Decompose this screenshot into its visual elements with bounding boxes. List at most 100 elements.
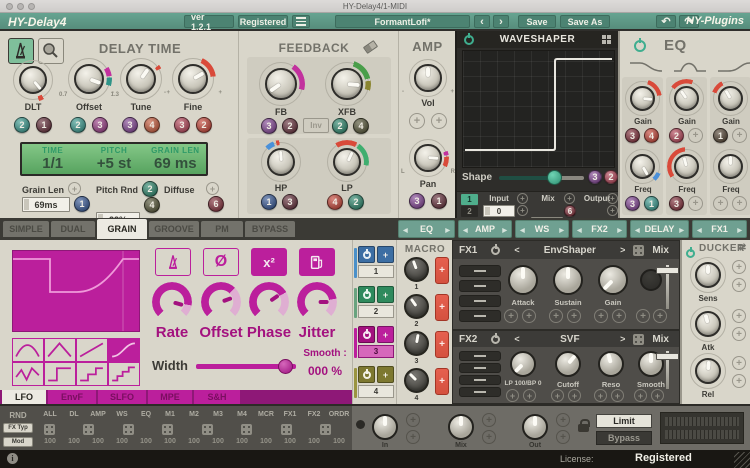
info-icon[interactable]: i (7, 453, 18, 464)
fx-chain-ws[interactable]: WS (515, 220, 569, 238)
slot1-assign-button[interactable]: + (377, 246, 394, 263)
menu-button[interactable] (292, 15, 310, 28)
chevron-left-icon[interactable] (520, 224, 525, 234)
slot4-number[interactable]: 4 (358, 385, 394, 398)
tab-envf[interactable]: EnvF (48, 390, 96, 404)
eq2-gain-knob[interactable] (669, 81, 704, 116)
rnd-value[interactable]: 100 (206, 438, 230, 445)
fx-chain-eq[interactable]: EQ (398, 220, 455, 238)
mod-badge[interactable]: 6 (208, 196, 224, 212)
tab-groove[interactable]: GROOVE (149, 221, 199, 237)
rnd-value[interactable]: 100 (302, 438, 326, 445)
fx-chain-delay[interactable]: DELAY (630, 220, 689, 238)
tab-lfo[interactable]: LFO (2, 390, 46, 404)
plus-icon[interactable] (523, 389, 536, 402)
width-slider-handle[interactable] (278, 359, 293, 374)
lfo-shape-square[interactable] (44, 362, 76, 386)
fx2-slot-button[interactable] (459, 363, 501, 373)
plus-icon[interactable] (556, 430, 570, 444)
rate-knob[interactable] (152, 282, 192, 322)
pan-knob[interactable]: L R (409, 139, 447, 177)
fx1-slot-button[interactable] (459, 310, 501, 322)
eq3-gain-knob[interactable] (713, 81, 748, 116)
plus-icon[interactable] (409, 113, 425, 129)
mod-badge[interactable]: 1 (431, 193, 447, 209)
rnd-value[interactable]: 100 (158, 438, 182, 445)
fx2-slot-button[interactable] (459, 351, 501, 361)
chevron-right-icon[interactable] (679, 224, 684, 234)
atk-knob[interactable] (690, 306, 726, 342)
chevron-left-icon[interactable] (463, 224, 468, 234)
offset-knob[interactable]: 0.7 1.3 (68, 58, 110, 100)
shape-slider[interactable] (499, 176, 584, 180)
dice-icon[interactable] (281, 424, 292, 435)
plus-icon[interactable] (607, 193, 618, 204)
fx-chain-amp[interactable]: AMP (458, 220, 512, 238)
eq3-freq-knob[interactable] (713, 149, 748, 184)
mod-badge[interactable]: 1 (36, 117, 52, 133)
fx2-slot-button[interactable] (459, 387, 501, 397)
fx-next-icon[interactable]: > (620, 245, 625, 255)
slot1-number[interactable]: 1 (358, 265, 394, 278)
save-as-button[interactable]: Save As (560, 15, 610, 28)
plus-icon[interactable] (688, 196, 703, 211)
plus-icon[interactable] (732, 278, 746, 292)
mod-badge[interactable]: 2 (70, 117, 86, 133)
chevron-left-icon[interactable] (403, 224, 408, 234)
macro2-assign-button[interactable] (435, 294, 449, 321)
lfo-shape-random[interactable] (12, 362, 44, 386)
sens-knob[interactable] (690, 257, 726, 293)
tab-simple[interactable]: SIMPLE (3, 221, 49, 237)
slot3-assign-button[interactable]: + (377, 326, 394, 343)
mod-badge[interactable]: 2 (282, 118, 298, 134)
mod-badge[interactable]: 4 (144, 117, 160, 133)
sustain-knob[interactable] (551, 263, 585, 297)
low-shelf-icon[interactable] (628, 59, 664, 75)
tab-dual[interactable]: DUAL (51, 221, 95, 237)
lfo-phase-null-button[interactable]: Ø (203, 248, 239, 276)
rnd-value[interactable]: 100 (86, 438, 110, 445)
rnd-value[interactable]: 100 (134, 438, 158, 445)
mix-knob[interactable] (446, 412, 476, 442)
lfo-offset-knob[interactable] (201, 282, 241, 322)
mod-badge[interactable]: 4 (353, 118, 369, 134)
reso-knob[interactable] (596, 349, 626, 379)
power-icon[interactable] (491, 335, 500, 344)
lock-icon[interactable] (578, 424, 589, 432)
plus-icon[interactable] (431, 113, 447, 129)
vol-knob[interactable]: - + (409, 59, 447, 97)
slot2-power-button[interactable] (358, 286, 375, 303)
attack-knob[interactable] (506, 263, 540, 297)
high-shelf-icon[interactable] (716, 59, 750, 75)
fx1-mix-handle[interactable] (656, 267, 679, 274)
fine-knob[interactable]: - + (172, 58, 214, 100)
plus-icon[interactable] (504, 309, 518, 323)
preset-prev-button[interactable]: ‹ (474, 15, 490, 28)
mod-badge[interactable]: 4 (327, 194, 343, 210)
tune-knob[interactable]: - + (120, 58, 162, 100)
mod-badge[interactable]: 4 (644, 128, 659, 143)
mod-badge[interactable]: 3 (588, 170, 602, 184)
lfo-shape-scurve[interactable] (108, 338, 140, 362)
slot4-assign-button[interactable]: + (377, 366, 394, 383)
macro1-knob[interactable] (403, 256, 430, 283)
plus-icon[interactable] (688, 128, 703, 143)
rnd-value[interactable]: 100 (110, 438, 134, 445)
lfo-shape-sine[interactable] (12, 338, 44, 362)
macro4-assign-button[interactable] (435, 368, 449, 395)
shape-slider-handle[interactable] (547, 170, 562, 185)
mod-row-button[interactable]: Mod (3, 437, 33, 447)
dice-icon[interactable] (633, 334, 644, 345)
hp-knob[interactable] (261, 142, 301, 182)
plus-icon[interactable] (568, 389, 581, 402)
gain-knob[interactable] (596, 263, 630, 297)
plus-icon[interactable] (594, 309, 608, 323)
svf-type-knob[interactable] (508, 349, 538, 379)
plus-icon[interactable] (607, 205, 618, 216)
plus-icon[interactable] (611, 389, 624, 402)
mod-badge[interactable]: 1 (261, 194, 277, 210)
power-icon[interactable] (634, 40, 646, 52)
plus-icon[interactable] (636, 309, 650, 323)
fx-chain-fx1[interactable]: FX1 (692, 220, 747, 238)
eq1-freq-knob[interactable] (625, 149, 660, 184)
